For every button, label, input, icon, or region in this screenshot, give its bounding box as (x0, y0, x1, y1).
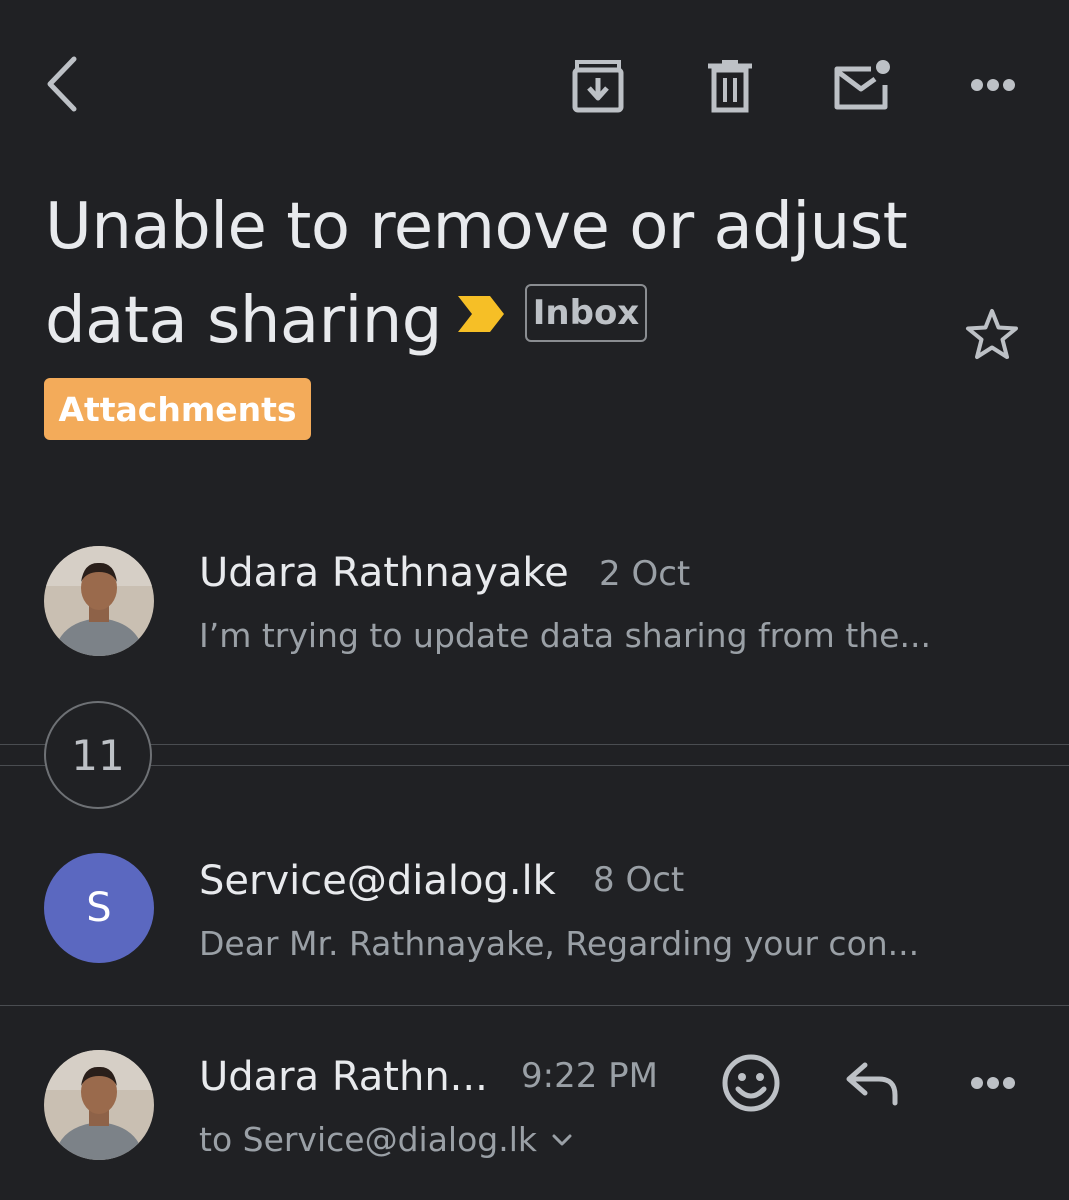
collapsed-divider-top (0, 744, 1069, 745)
star-outline-icon (966, 309, 1018, 359)
emoji-react-icon (722, 1054, 780, 1112)
avatar (44, 546, 154, 656)
chevron-down-icon (552, 1134, 572, 1145)
delete-button[interactable] (700, 56, 760, 116)
sender-name: Udara Rathn... (199, 1054, 488, 1100)
message-item[interactable]: S Service@dialog.lk 8 Oct Dear Mr. Rathn… (0, 838, 1069, 988)
archive-button[interactable] (566, 56, 630, 116)
message-item[interactable]: Udara Rathnayake 2 Oct I’m trying to upd… (0, 530, 1069, 675)
message-time: 9:22 PM (521, 1056, 658, 1096)
message-divider (0, 1005, 1069, 1006)
message-date: 8 Oct (593, 860, 685, 900)
trash-icon (708, 60, 752, 113)
collapsed-messages-count[interactable]: 11 (44, 701, 152, 809)
avatar-photo (44, 546, 154, 656)
avatar-photo (44, 1050, 154, 1160)
avatar (44, 1050, 154, 1160)
sender-name: Udara Rathnayake (199, 550, 569, 596)
collapsed-divider-bottom (0, 765, 1069, 766)
star-button[interactable] (960, 302, 1024, 366)
sender-name: Service@dialog.lk (199, 858, 556, 904)
recipient-text: to Service@dialog.lk (199, 1120, 537, 1159)
more-horizontal-icon (971, 79, 1015, 91)
mail-unread-icon (834, 60, 890, 110)
more-options-button[interactable] (962, 64, 1024, 106)
archive-icon (572, 60, 624, 113)
emoji-react-button[interactable] (718, 1050, 784, 1116)
message-snippet: Dear Mr. Rathnayake, Regarding your con.… (199, 924, 920, 963)
subject-line-1: Unable to remove or adjust (45, 190, 908, 264)
more-horizontal-icon (971, 1077, 1015, 1089)
reply-button[interactable] (840, 1054, 906, 1114)
message-header-expanded[interactable]: Udara Rathn... 9:22 PM to Service@dialog… (0, 1040, 1069, 1200)
avatar: S (44, 853, 154, 963)
message-snippet: I’m trying to update data sharing from t… (199, 616, 931, 655)
back-button[interactable] (30, 48, 94, 120)
reply-icon (846, 1062, 898, 1106)
label-attachments[interactable]: Attachments (44, 378, 311, 440)
label-inbox[interactable]: Inbox (525, 284, 647, 342)
recipient-details-toggle[interactable]: to Service@dialog.lk (199, 1120, 573, 1159)
chevron-left-icon (47, 56, 77, 112)
message-more-button[interactable] (962, 1062, 1024, 1104)
mark-unread-button[interactable] (828, 54, 894, 116)
subject-line-2: data sharing (45, 284, 442, 358)
message-date: 2 Oct (599, 554, 691, 594)
importance-marker-icon[interactable] (456, 294, 506, 334)
